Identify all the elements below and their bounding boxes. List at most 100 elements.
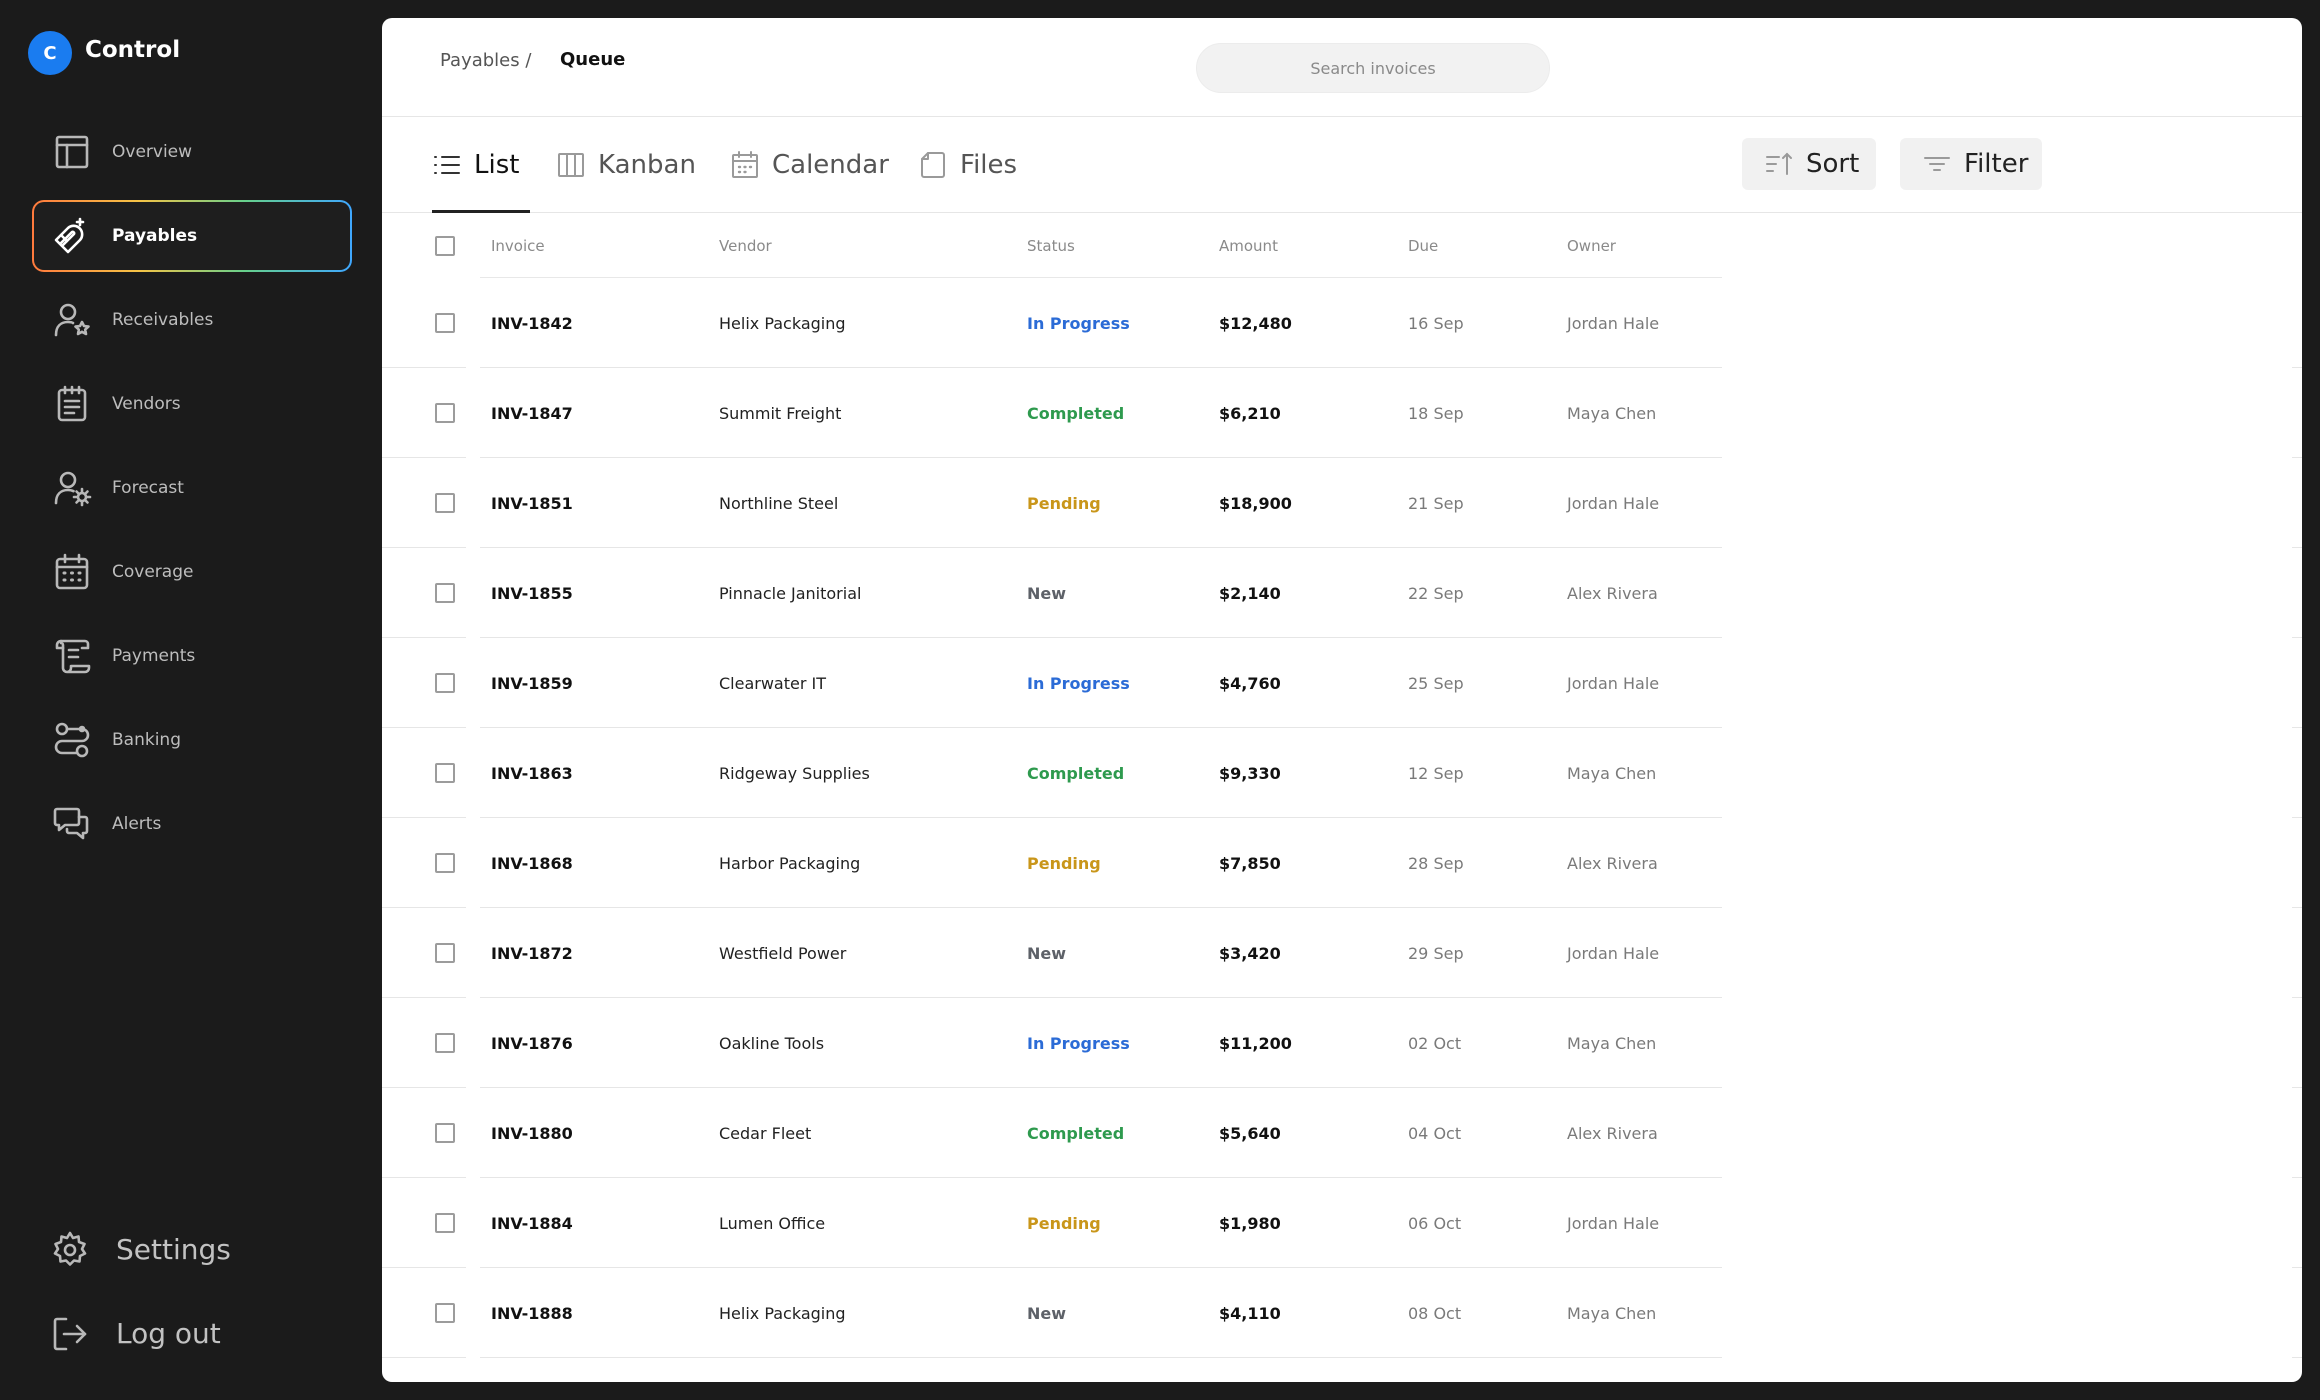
table-row[interactable]: INV-1851 Northline Steel Pending $18,900 21 …	[382, 458, 1722, 548]
invoice-id[interactable]: INV-1876	[491, 998, 573, 1088]
sidebar-item-overview[interactable]: Overview	[32, 116, 352, 188]
invoice-id[interactable]: INV-1859	[491, 638, 573, 728]
row-checkbox[interactable]	[435, 1268, 455, 1358]
table-row[interactable]: INV-1880 Cedar Fleet Completed $5,640 04 Oct…	[382, 1088, 1722, 1178]
column-header-due[interactable]: Due	[1408, 214, 1438, 278]
table-row[interactable]: INV-1859 Clearwater IT In Progress $4,760 25…	[382, 638, 1722, 728]
sidebar-item-forecast[interactable]: Forecast	[32, 452, 352, 524]
column-header-amount[interactable]: Amount	[1219, 214, 1278, 278]
logout-link[interactable]: Log out	[50, 1304, 310, 1364]
table-row[interactable]: INV-1872 Westfield Power New $3,420 29 Sep Jo…	[382, 908, 1722, 998]
search-input[interactable]	[1196, 43, 1550, 93]
row-checkbox[interactable]	[435, 638, 455, 728]
table-header-row: Invoice Vendor Status Amount Due Owner	[382, 214, 1722, 278]
active-tab-indicator	[432, 210, 530, 213]
sidebar-item-payables[interactable]: Payables	[32, 200, 352, 272]
owner-name: Jordan Hale	[1567, 943, 1660, 963]
table-row[interactable]: INV-1842 Helix Packaging In Progress $12,48…	[382, 278, 1722, 368]
invoice-id[interactable]: INV-1888	[491, 1268, 573, 1358]
invoice-id[interactable]: INV-1842	[491, 278, 573, 368]
filter-button[interactable]: Filter	[1900, 138, 2042, 190]
sidebar-item-banking[interactable]: Banking	[32, 704, 352, 776]
table-row[interactable]: INV-1847 Summit Freight Completed $6,210 18 …	[382, 368, 1722, 458]
table-row[interactable]: INV-1876 Oakline Tools In Progress $11,200 0…	[382, 998, 1722, 1088]
table-row[interactable]: INV-1863 Ridgeway Supplies Completed $9,330…	[382, 728, 1722, 818]
row-checkbox[interactable]	[435, 1088, 455, 1178]
status-label: Completed	[1027, 1123, 1125, 1143]
sidebar-item-label: Receivables	[112, 310, 214, 330]
due-date: 18 Sep	[1408, 403, 1464, 423]
row-checkbox[interactable]	[435, 728, 455, 818]
invoice-id[interactable]: INV-1872	[491, 908, 573, 998]
sort-button[interactable]: Sort	[1742, 138, 1876, 190]
edge-divider	[2292, 1177, 2302, 1178]
column-header-vendor[interactable]: Vendor	[719, 214, 772, 278]
row-divider	[382, 1357, 466, 1358]
invoice-id[interactable]: INV-1884	[491, 1178, 573, 1268]
brand-logo: C	[28, 31, 72, 75]
table-row[interactable]: INV-1868 Harbor Packaging Pending $7,850 28 …	[382, 818, 1722, 908]
status-label: Completed	[1027, 403, 1125, 423]
status-label: Pending	[1027, 853, 1101, 873]
edge-divider	[2292, 1087, 2302, 1088]
sidebar-item-payments[interactable]: Payments	[32, 620, 352, 692]
sidebar-item-receivables[interactable]: Receivables	[32, 284, 352, 356]
vendor-name: Summit Freight	[719, 403, 842, 423]
sidebar-item-label: Vendors	[112, 394, 181, 414]
checkbox-box	[435, 493, 455, 513]
row-checkbox[interactable]	[435, 548, 455, 638]
invoice-id[interactable]: INV-1880	[491, 1088, 573, 1178]
route-icon	[52, 720, 92, 760]
tab-list[interactable]: List	[432, 117, 519, 213]
row-checkbox[interactable]	[435, 908, 455, 998]
owner-name: Jordan Hale	[1567, 313, 1660, 333]
row-checkbox[interactable]	[435, 998, 455, 1088]
invoice-id[interactable]: INV-1847	[491, 368, 573, 458]
column-header-invoice[interactable]: Invoice	[491, 214, 545, 278]
owner-name: Alex Rivera	[1567, 1123, 1658, 1143]
column-header-status[interactable]: Status	[1027, 214, 1075, 278]
row-checkbox[interactable]	[435, 458, 455, 548]
tab-calendar[interactable]: Calendar	[730, 117, 889, 213]
row-checkbox[interactable]	[435, 278, 455, 368]
status-label: New	[1027, 943, 1067, 963]
row-checkbox[interactable]	[435, 818, 455, 908]
logout-label: Log out	[116, 1317, 221, 1350]
table-row[interactable]: INV-1855 Pinnacle Janitorial New $2,140 22 S…	[382, 548, 1722, 638]
invoice-id[interactable]: INV-1868	[491, 818, 573, 908]
sidebar-item-coverage[interactable]: Coverage	[32, 536, 352, 608]
calendar-grid-icon	[52, 552, 92, 592]
invoice-id[interactable]: INV-1863	[491, 728, 573, 818]
checkbox-box	[435, 673, 455, 693]
invoice-id[interactable]: INV-1851	[491, 458, 573, 548]
main-panel: Payables / Queue List Kanban Calendar	[382, 18, 2302, 1382]
column-header-owner[interactable]: Owner	[1567, 214, 1616, 278]
sidebar: C Control Overview Payables Receivables	[0, 0, 382, 1400]
settings-link[interactable]: Settings	[50, 1220, 310, 1280]
vendor-name: Pinnacle Janitorial	[719, 583, 862, 603]
sidebar-item-alerts[interactable]: Alerts	[32, 788, 352, 860]
table-row[interactable]: INV-1888 Helix Packaging New $4,110 08 Oct Ma…	[382, 1268, 1722, 1358]
status-label: In Progress	[1027, 313, 1130, 333]
tab-files[interactable]: Files	[918, 117, 1017, 213]
invoice-id[interactable]: INV-1855	[491, 548, 573, 638]
checkbox-box	[435, 1123, 455, 1143]
checkbox-box	[435, 313, 455, 333]
sidebar-item-vendors[interactable]: Vendors	[32, 368, 352, 440]
sidebar-item-label: Alerts	[112, 814, 162, 834]
row-checkbox[interactable]	[435, 1178, 455, 1268]
checkbox-box	[435, 1303, 455, 1323]
breadcrumb-parent[interactable]: Payables /	[440, 50, 531, 71]
table-row[interactable]: INV-1884 Lumen Office Pending $1,980 06 Oct J…	[382, 1178, 1722, 1268]
sidebar-item-label: Coverage	[112, 562, 194, 582]
row-checkbox[interactable]	[435, 368, 455, 458]
select-all-checkbox[interactable]	[435, 214, 455, 278]
amount-value: $9,330	[1219, 763, 1281, 783]
row-divider	[480, 1357, 1722, 1358]
checkbox-box	[435, 1033, 455, 1053]
sidebar-bottom: Settings Log out	[50, 1220, 310, 1388]
checkbox-box	[435, 853, 455, 873]
brand[interactable]: C Control	[28, 31, 180, 75]
amount-value: $2,140	[1219, 583, 1281, 603]
tab-kanban[interactable]: Kanban	[556, 117, 696, 213]
